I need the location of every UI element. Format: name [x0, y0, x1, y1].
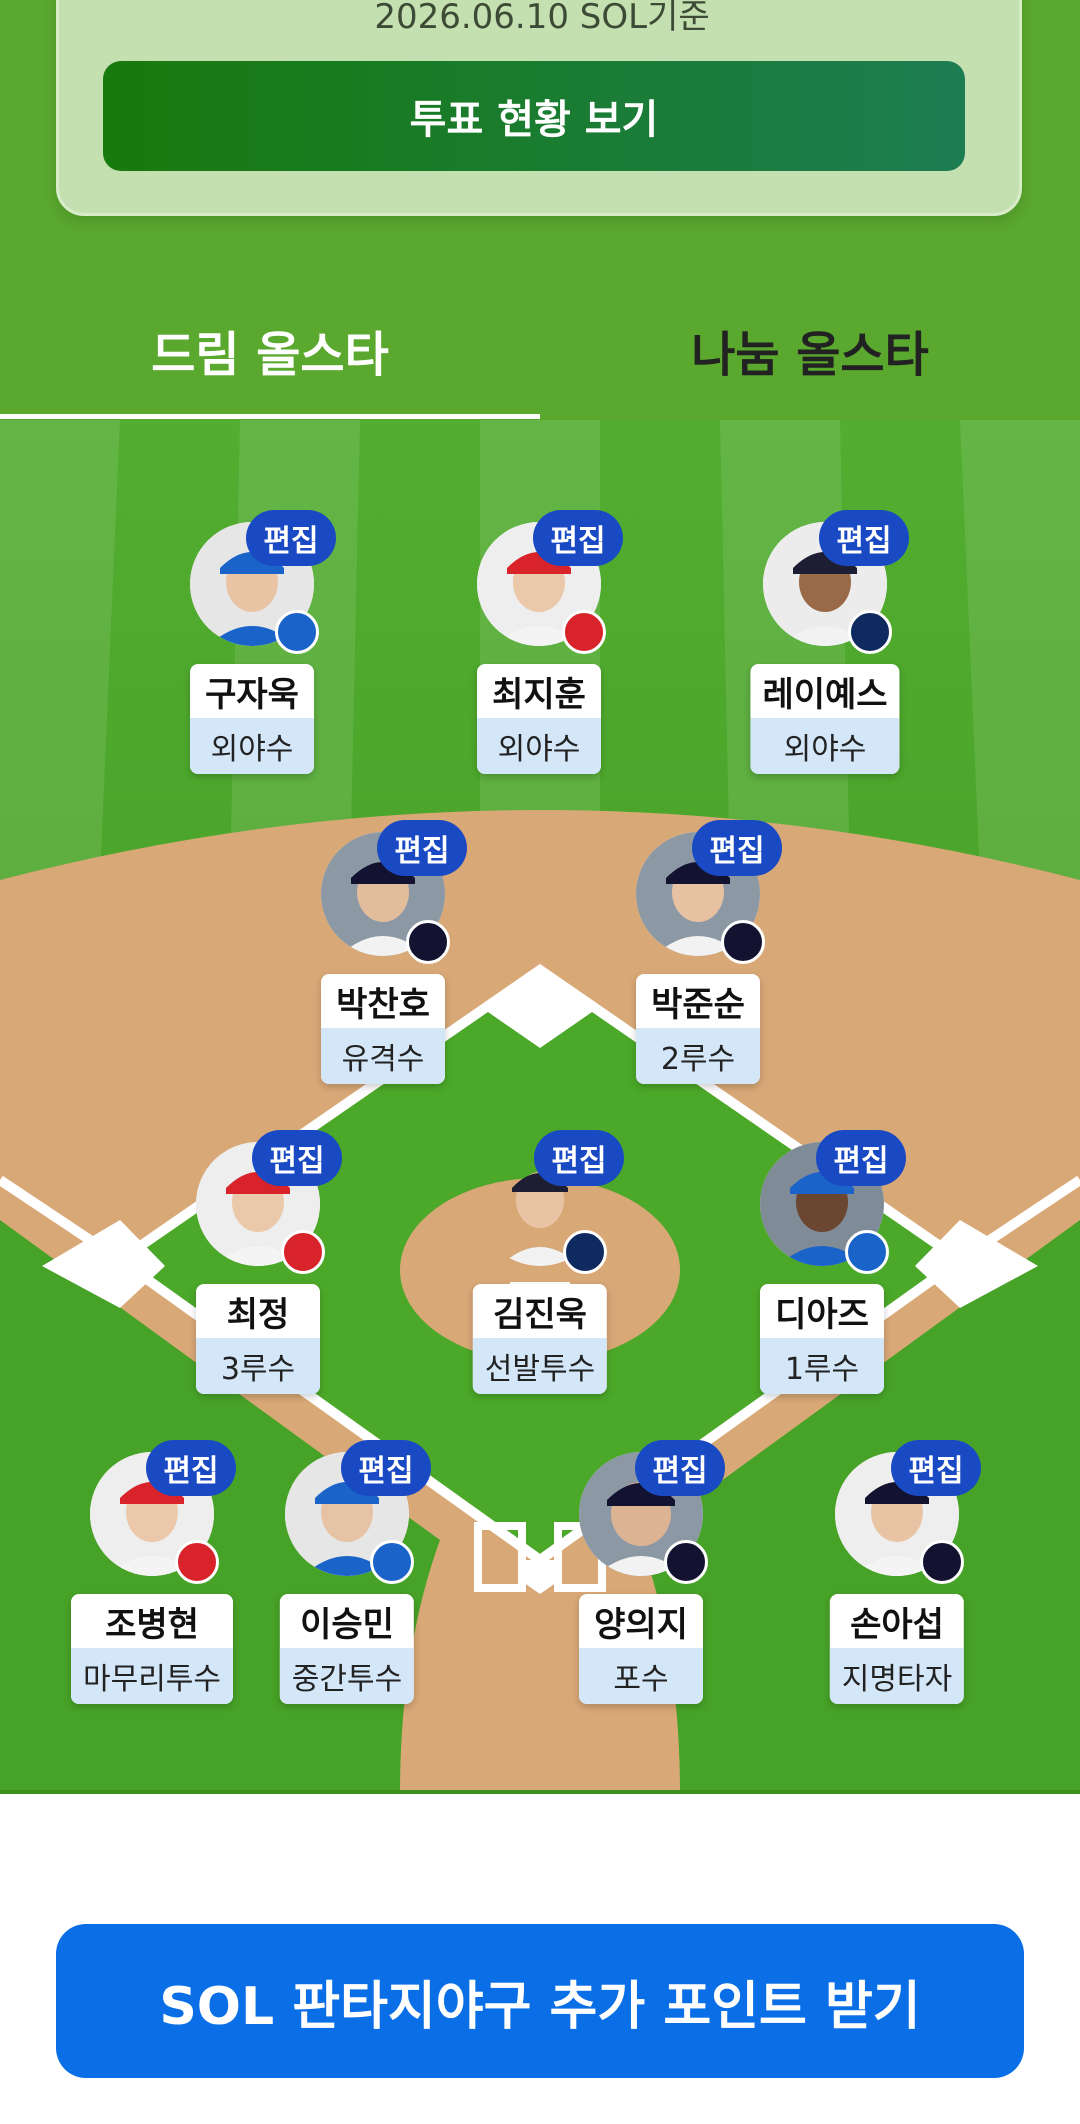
player-name: 이승민 [300, 1604, 394, 1645]
player-position: 마무리투수 [71, 1648, 233, 1704]
player-name: 조병현 [105, 1604, 199, 1645]
team-logo-icon [406, 920, 450, 964]
player-position: 외야수 [750, 718, 900, 774]
team-logo-icon [562, 610, 606, 654]
player-card: 김진욱 선발투수 [472, 1284, 608, 1394]
player-name: 구자욱 [205, 674, 299, 715]
player-card: 디아즈 1루수 [760, 1284, 884, 1394]
player-position: 외야수 [477, 718, 601, 774]
edit-button[interactable]: 편집 [146, 1440, 236, 1496]
player-position: 중간투수 [279, 1648, 415, 1704]
player-position: 2루수 [636, 1028, 760, 1084]
player-card: 양의지 포수 [579, 1594, 703, 1704]
player-position: 포수 [579, 1648, 703, 1704]
player-name: 양의지 [594, 1604, 688, 1645]
player-card: 구자욱 외야수 [190, 664, 314, 774]
fantasy-baseball-points-button[interactable]: SOL 판타지야구 추가 포인트 받기 [56, 1924, 1024, 2078]
edit-button[interactable]: 편집 [692, 820, 782, 876]
player-position: 3루수 [196, 1338, 320, 1394]
player-name: 박찬호 [336, 984, 430, 1025]
player-card: 손아섭 지명타자 [829, 1594, 965, 1704]
team-logo-icon [281, 1230, 325, 1274]
team-logo-icon [920, 1540, 964, 1584]
edit-button[interactable]: 편집 [341, 1440, 431, 1496]
player-card: 레이예스 외야수 [750, 664, 900, 774]
player-card: 최지훈 외야수 [477, 664, 601, 774]
player-name: 김진욱 [493, 1294, 587, 1335]
team-logo-icon [848, 610, 892, 654]
edit-button[interactable]: 편집 [635, 1440, 725, 1496]
player-card: 이승민 중간투수 [279, 1594, 415, 1704]
vote-status-button[interactable]: 투표 현황 보기 [103, 61, 965, 171]
player-name: 디아즈 [775, 1294, 869, 1335]
player-name: 최정 [226, 1294, 290, 1335]
player-name: 최지훈 [492, 674, 586, 715]
player-position: 외야수 [190, 718, 314, 774]
player-name: 박준순 [651, 984, 745, 1025]
player-name: 손아섭 [850, 1604, 944, 1645]
edit-button[interactable]: 편집 [246, 510, 336, 566]
tab-dream-allstar[interactable]: 드림 올스타 [0, 300, 540, 400]
edit-button[interactable]: 편집 [533, 510, 623, 566]
team-logo-icon [664, 1540, 708, 1584]
edit-button[interactable]: 편집 [377, 820, 467, 876]
player-position: 선발투수 [472, 1338, 608, 1394]
player-position: 지명타자 [829, 1648, 965, 1704]
player-card: 박준순 2루수 [636, 974, 760, 1084]
edit-button[interactable]: 편집 [534, 1130, 624, 1186]
player-position: 1루수 [760, 1338, 884, 1394]
team-logo-icon [845, 1230, 889, 1274]
active-tab-indicator [0, 414, 540, 419]
team-logo-icon [175, 1540, 219, 1584]
vote-summary-card: 2026.06.10 SOL기준 투표 현황 보기 [56, 0, 1022, 216]
player-card: 조병현 마무리투수 [71, 1594, 233, 1704]
team-logo-icon [370, 1540, 414, 1584]
edit-button[interactable]: 편집 [891, 1440, 981, 1496]
player-card: 최정 3루수 [196, 1284, 320, 1394]
tab-nanum-allstar[interactable]: 나눔 올스타 [540, 300, 1080, 400]
edit-button[interactable]: 편집 [819, 510, 909, 566]
edit-button[interactable]: 편집 [252, 1130, 342, 1186]
edit-button[interactable]: 편집 [816, 1130, 906, 1186]
team-logo-icon [563, 1230, 607, 1274]
date-text: 2026.06.10 SOL기준 [374, 0, 710, 37]
player-card: 박찬호 유격수 [321, 974, 445, 1084]
player-position: 유격수 [321, 1028, 445, 1084]
team-logo-icon [721, 920, 765, 964]
player-name: 레이예스 [762, 674, 888, 715]
team-logo-icon [275, 610, 319, 654]
